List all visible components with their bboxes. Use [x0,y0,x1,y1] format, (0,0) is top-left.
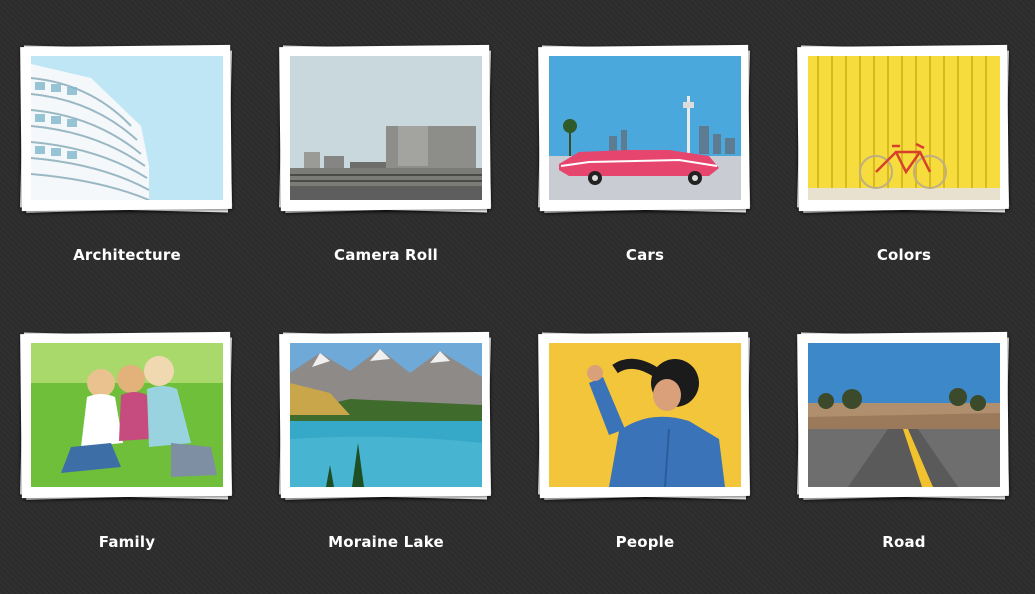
album-grid: Architecture Camera Roll Cars Colors Fam… [0,0,1035,594]
mountain-lake-image [290,343,482,487]
photo-stack [797,331,1011,503]
album-thumbnail [549,343,741,487]
photo-stack [538,331,752,503]
brutalist-building-image [290,56,482,200]
desert-road-image [808,343,1000,487]
album-thumbnail [290,343,482,487]
album-title: Family [98,533,156,551]
album-title: People [615,533,675,551]
photo-stack [20,44,234,216]
person-yellow-background-image [549,343,741,487]
album-cars[interactable]: Cars [538,44,752,294]
album-moraine-lake[interactable]: Moraine Lake [279,331,493,581]
album-road[interactable]: Road [797,331,1011,581]
album-title: Colors [876,246,932,264]
album-architecture[interactable]: Architecture [20,44,234,294]
album-thumbnail [290,56,482,200]
photo-stack [20,331,234,503]
bicycle-yellow-wall-image [808,56,1000,200]
album-thumbnail [31,56,223,200]
album-family[interactable]: Family [20,331,234,581]
album-title: Camera Roll [333,246,438,264]
album-title: Cars [625,246,665,264]
album-thumbnail [808,56,1000,200]
album-title: Road [882,533,926,551]
pink-cadillac-image [549,56,741,200]
album-colors[interactable]: Colors [797,44,1011,294]
photo-stack [797,44,1011,216]
building-balconies-image [31,56,223,200]
album-thumbnail [808,343,1000,487]
photo-stack [279,331,493,503]
photo-stack [538,44,752,216]
album-thumbnail [31,343,223,487]
photo-stack [279,44,493,216]
children-on-grass-image [31,343,223,487]
album-title: Architecture [73,246,181,264]
album-title: Moraine Lake [328,533,444,551]
album-camera-roll[interactable]: Camera Roll [279,44,493,294]
album-thumbnail [549,56,741,200]
album-people[interactable]: People [538,331,752,581]
